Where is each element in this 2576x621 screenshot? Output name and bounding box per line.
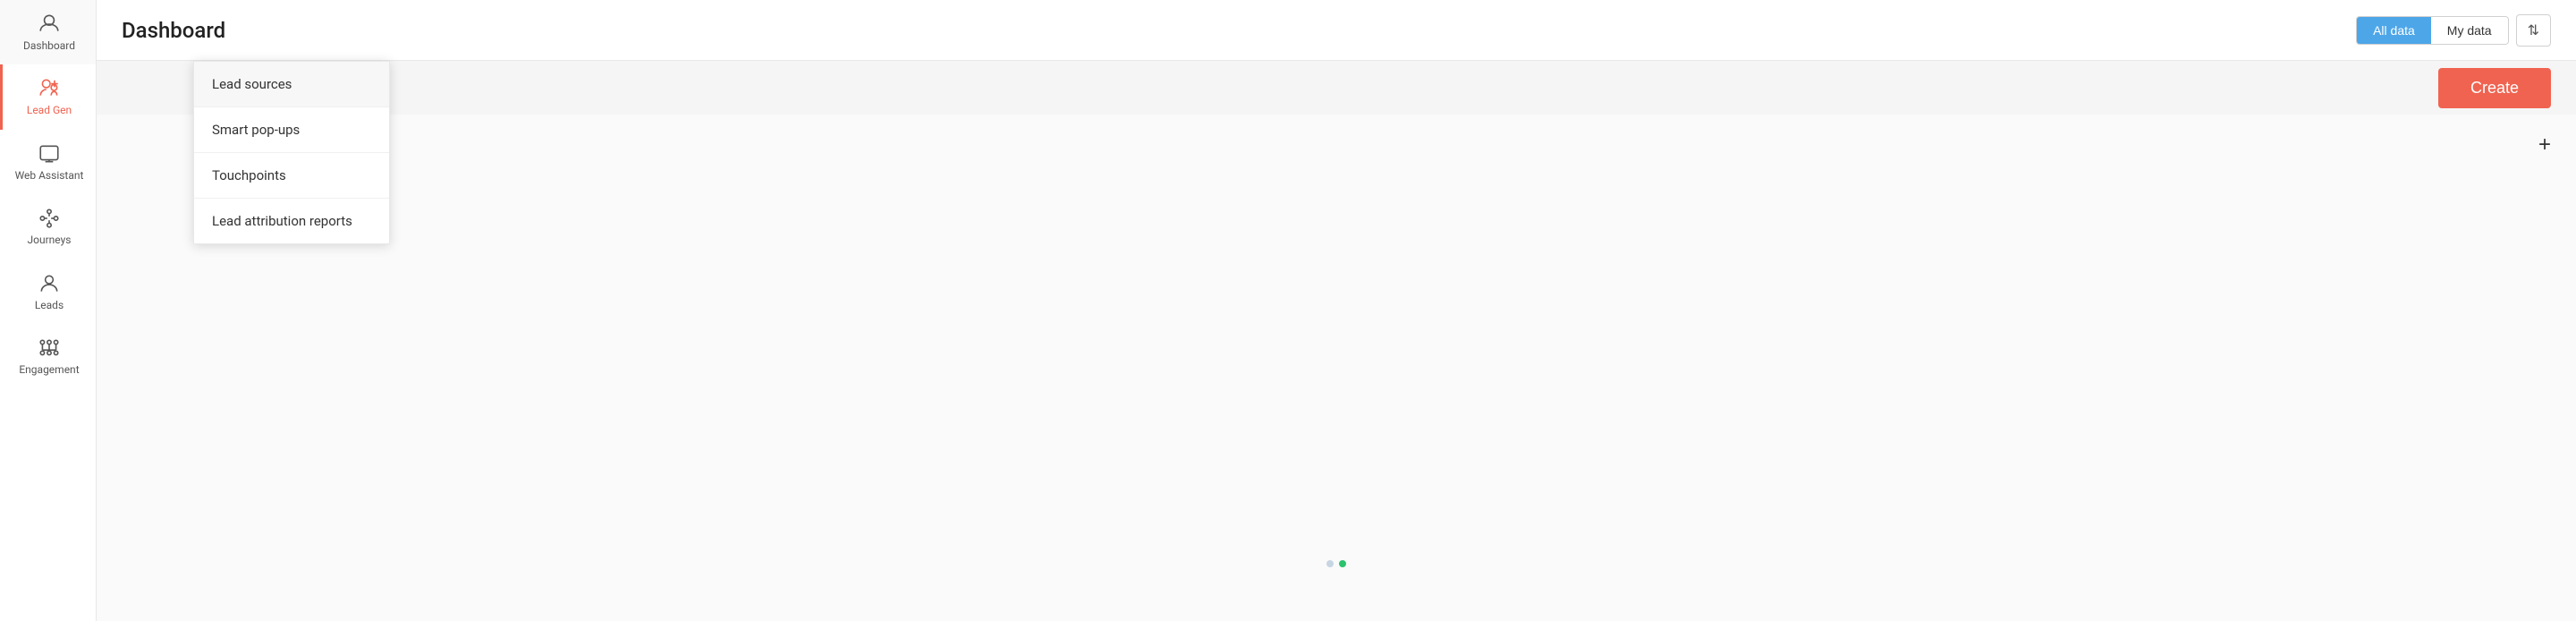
dropdown-item-touchpoints[interactable]: Touchpoints — [194, 153, 389, 199]
add-button[interactable]: + — [2538, 132, 2551, 157]
dropdown-item-smart-popups[interactable]: Smart pop-ups — [194, 107, 389, 153]
create-button[interactable]: Create — [2438, 68, 2551, 108]
sidebar-item-lead-gen[interactable]: Lead Gen — [0, 64, 96, 129]
loading-indicator — [1326, 560, 1346, 567]
content-area: + — [97, 115, 2576, 621]
subheader: Create — [97, 61, 2576, 115]
dropdown-item-lead-sources[interactable]: Lead sources — [194, 62, 389, 107]
lead-gen-dropdown: Lead sources Smart pop-ups Touchpoints L… — [193, 61, 390, 244]
sidebar-item-web-assistant-label: Web Assistant — [15, 169, 84, 182]
journeys-icon — [38, 207, 61, 230]
dot-green — [1339, 560, 1346, 567]
topbar: Dashboard All data My data ⇅ — [97, 0, 2576, 61]
filter-icon: ⇅ — [2528, 21, 2539, 39]
sidebar-item-journeys[interactable]: Journeys — [0, 194, 96, 259]
filter-button[interactable]: ⇅ — [2516, 14, 2551, 47]
sidebar-item-dashboard-label: Dashboard — [23, 39, 75, 52]
main-content: Dashboard All data My data ⇅ Create + Le… — [97, 0, 2576, 621]
dashboard-icon — [38, 13, 61, 36]
leads-icon — [38, 272, 61, 295]
all-data-button[interactable]: All data — [2357, 17, 2431, 44]
sidebar-item-journeys-label: Journeys — [28, 234, 72, 246]
sidebar-item-engagement[interactable]: Engagement — [0, 324, 96, 388]
sidebar: Dashboard Lead Gen Web Assistant — [0, 0, 97, 621]
lead-gen-icon — [38, 77, 61, 100]
sidebar-item-leads[interactable]: Leads — [0, 259, 96, 324]
topbar-controls: All data My data ⇅ — [2356, 14, 2551, 47]
sidebar-item-engagement-label: Engagement — [19, 363, 79, 376]
data-toggle: All data My data — [2356, 16, 2509, 45]
page-title: Dashboard — [122, 18, 225, 43]
sidebar-item-web-assistant[interactable]: Web Assistant — [0, 130, 96, 194]
my-data-button[interactable]: My data — [2431, 17, 2508, 44]
sidebar-item-dashboard[interactable]: Dashboard — [0, 0, 96, 64]
dot-gray — [1326, 560, 1334, 567]
sidebar-item-leads-label: Leads — [35, 299, 64, 311]
web-assistant-icon — [38, 142, 61, 166]
engagement-icon — [38, 336, 61, 360]
dropdown-item-lead-attribution[interactable]: Lead attribution reports — [194, 199, 389, 243]
sidebar-item-lead-gen-label: Lead Gen — [27, 104, 72, 116]
